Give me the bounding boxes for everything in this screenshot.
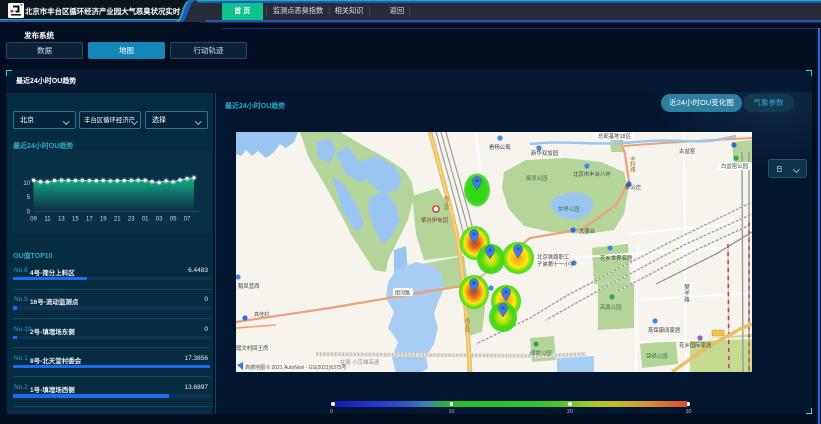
svg-text:南五环: 南五环	[443, 195, 449, 212]
svg-text:13: 13	[58, 217, 65, 223]
svg-text:丰科路: 丰科路	[629, 155, 636, 174]
svg-text:10: 10	[23, 181, 30, 187]
svg-text:高佳村: 高佳村	[254, 311, 269, 318]
svg-text:子弟第十一小学: 子弟第十一小学	[537, 260, 575, 268]
svg-text:南五环: 南五环	[464, 317, 470, 334]
svg-text:世界公园: 世界公园	[558, 205, 580, 213]
svg-text:高德地图 © 2021 AutoNavi - GS(2021: 高德地图 © 2021 AutoNavi - GS(2021)6375号	[245, 364, 347, 371]
svg-text:高鑫公园: 高鑫公园	[600, 303, 622, 311]
svg-text:大葆台: 大葆台	[579, 227, 595, 235]
svg-text:鹅凤营西: 鹅凤营西	[238, 282, 260, 290]
svg-text:23: 23	[128, 217, 135, 223]
svg-text:总部基地18区: 总部基地18区	[598, 132, 632, 140]
svg-text:5: 5	[27, 195, 31, 201]
svg-text:03: 03	[156, 217, 163, 223]
svg-text:15: 15	[72, 217, 79, 223]
svg-text:白盆窑公园: 白盆窑公园	[721, 162, 748, 170]
svg-text:19: 19	[100, 217, 107, 223]
svg-text:看杨公寓: 看杨公寓	[489, 143, 511, 151]
svg-text:新华双加园: 新华双加园	[531, 149, 558, 157]
svg-text:07: 07	[184, 217, 191, 223]
svg-text:花乡世界名居: 花乡世界名居	[600, 254, 633, 262]
svg-text:11: 11	[44, 217, 51, 223]
svg-text:紫谷伊甸园: 紫谷伊甸园	[421, 216, 448, 224]
svg-text:樊羊路: 樊羊路	[683, 283, 690, 304]
svg-text:团河路: 团河路	[395, 290, 410, 297]
svg-text:北京铁路职工: 北京铁路职工	[537, 253, 570, 261]
svg-text:17: 17	[86, 217, 93, 223]
svg-text:寇文村回王房: 寇文村回王房	[236, 344, 268, 352]
svg-text:锦绣公园: 锦绣公园	[646, 352, 668, 360]
svg-text:01: 01	[142, 217, 149, 223]
svg-text:花乡国际家居: 花乡国际家居	[679, 341, 712, 349]
svg-text:古盆窑: 古盆窑	[679, 147, 696, 155]
svg-text:蒸保康阔家居: 蒸保康阔家居	[648, 326, 681, 334]
svg-text:09: 09	[30, 217, 37, 223]
svg-text:御景公园: 御景公园	[526, 174, 548, 182]
svg-text:北京市丰台八中: 北京市丰台八中	[573, 170, 611, 178]
svg-text:05: 05	[170, 217, 177, 223]
svg-text:攀公庄: 攀公庄	[625, 183, 642, 191]
svg-text:21: 21	[114, 217, 121, 223]
svg-text:绿堤公园: 绿堤公园	[530, 349, 552, 357]
svg-text:0: 0	[27, 210, 31, 216]
